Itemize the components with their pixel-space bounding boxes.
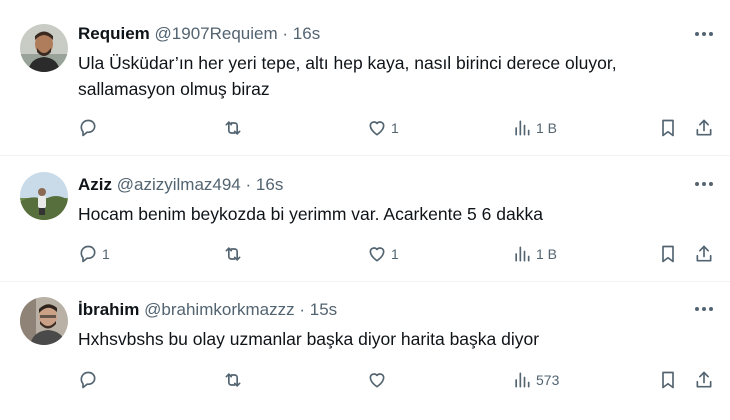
tweet-text-line: Ula Üsküdar’ın her yeri tepe, altı hep k… [78, 53, 617, 73]
share-icon [696, 119, 712, 136]
tweet-text-line: sallamasyon olmuş biraz [78, 79, 270, 99]
separator-dot: · [282, 24, 289, 43]
views-button[interactable]: 573 [512, 368, 559, 392]
views-button[interactable]: 1 B [512, 242, 557, 266]
action-bar: 573 [0, 368, 730, 392]
tweet-header: İbrahim @brahimkorkmazzz · 15s [78, 298, 670, 322]
more-icon[interactable] [692, 299, 716, 319]
display-name[interactable]: İbrahim [78, 300, 139, 319]
replies-feed: Requiem @1907Requiem · 16s Ula Üsküdar’ı… [0, 0, 730, 420]
tweet-text: Ula Üsküdar’ın her yeri tepe, altı hep k… [78, 50, 690, 102]
bookmark-button[interactable] [658, 242, 678, 266]
retweet-button[interactable] [222, 368, 248, 392]
share-icon [696, 245, 712, 262]
retweet-icon [225, 373, 241, 387]
bookmark-button[interactable] [658, 116, 678, 140]
view-count: 1 B [536, 246, 558, 262]
reply-count: 1 [102, 246, 110, 262]
more-icon[interactable] [692, 174, 716, 194]
tweet-text: Hxhsvbshs bu olay uzmanlar başka diyor h… [78, 326, 690, 352]
reply-icon [80, 371, 96, 389]
bookmark-icon [662, 245, 674, 263]
like-button[interactable] [367, 368, 391, 392]
tweet-header: Aziz @azizyilmaz494 · 16s [78, 173, 670, 197]
views-button[interactable]: 1 B [512, 116, 557, 140]
action-bar: 1 1 B [0, 116, 730, 140]
action-bar: 1 1 1 B [0, 242, 730, 266]
share-button[interactable] [694, 116, 714, 140]
user-handle[interactable]: @azizyilmaz494 [117, 175, 241, 194]
tweet-text-line: Hocam benim beykozda bi yerimm var. Acar… [78, 204, 543, 224]
bookmark-icon [662, 119, 674, 137]
like-icon [369, 247, 385, 262]
separator-dot: · [299, 300, 305, 319]
retweet-button[interactable] [222, 116, 248, 140]
tweet-header: Requiem @1907Requiem · 16s [78, 22, 670, 46]
tweet-text-line: Hxhsvbshs bu olay uzmanlar başka diyor h… [78, 329, 540, 349]
retweet-button[interactable] [222, 242, 248, 266]
view-count: 573 [536, 372, 560, 388]
timestamp[interactable]: 16s [256, 175, 283, 194]
timestamp[interactable]: 15s [310, 300, 337, 319]
views-icon [515, 246, 530, 262]
tweet-text: Hocam benim beykozda bi yerimm var. Acar… [78, 201, 690, 227]
reply-button[interactable] [78, 116, 102, 140]
share-button[interactable] [694, 368, 714, 392]
retweet-icon [225, 121, 241, 135]
avatar[interactable] [20, 172, 68, 220]
avatar[interactable] [20, 24, 68, 72]
like-icon [369, 121, 385, 136]
bookmark-button[interactable] [658, 368, 678, 392]
user-handle[interactable]: @brahimkorkmazzz [144, 300, 294, 319]
like-count: 1 [391, 120, 399, 136]
retweet-icon [225, 247, 241, 261]
views-icon [515, 120, 530, 136]
reply-button[interactable] [78, 368, 102, 392]
like-count: 1 [391, 246, 399, 262]
reply-tweet[interactable]: Requiem @1907Requiem · 16s Ula Üsküdar’ı… [0, 0, 730, 156]
view-count: 1 B [536, 120, 558, 136]
timestamp[interactable]: 16s [293, 24, 320, 43]
like-button[interactable]: 1 [367, 116, 399, 140]
bookmark-icon [662, 371, 674, 389]
views-icon [515, 372, 530, 388]
share-button[interactable] [694, 242, 714, 266]
display-name[interactable]: Aziz [78, 175, 112, 194]
share-icon [696, 371, 712, 388]
reply-icon [80, 119, 96, 137]
like-icon [369, 373, 385, 388]
separator-dot: · [245, 175, 252, 194]
user-handle[interactable]: @1907Requiem [155, 24, 278, 43]
reply-icon [80, 245, 96, 263]
reply-tweet[interactable]: Aziz @azizyilmaz494 · 16s Hocam benim be… [0, 156, 730, 282]
more-icon[interactable] [692, 24, 716, 44]
reply-button[interactable]: 1 [78, 242, 110, 266]
reply-tweet[interactable]: İbrahim @brahimkorkmazzz · 15s Hxhsvbshs… [0, 282, 730, 420]
avatar[interactable] [20, 297, 68, 345]
like-button[interactable]: 1 [367, 242, 399, 266]
display-name[interactable]: Requiem [78, 24, 150, 43]
